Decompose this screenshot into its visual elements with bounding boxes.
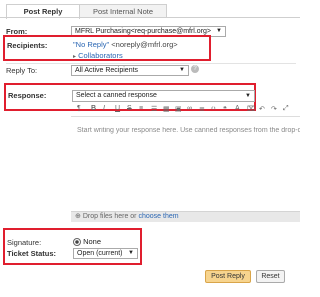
numbered-list-icon[interactable]: ☰ xyxy=(151,105,157,113)
reset-button[interactable]: Reset xyxy=(256,270,285,283)
list-icon[interactable]: ≡ xyxy=(139,105,143,112)
drop-files-text: Drop files here or xyxy=(82,213,137,220)
link-icon[interactable]: ∞ xyxy=(187,105,192,112)
reply-to-value: All Active Recipients xyxy=(75,67,139,74)
tabs-divider xyxy=(0,17,300,18)
chevron-down-icon: ▼ xyxy=(179,67,185,73)
redo-icon[interactable]: ↷ xyxy=(271,105,277,113)
format-icon[interactable]: ¶ xyxy=(77,105,81,112)
recipient-email: <noreply@mfrl.org> xyxy=(111,40,178,49)
ticket-status-value: Open (current) xyxy=(77,250,123,257)
recipient-name: "No Reply" xyxy=(73,40,110,49)
reply-to-select[interactable]: All Active Recipients ▼ xyxy=(71,65,189,76)
reply-to-label: Reply To: xyxy=(6,66,38,75)
caret-right-icon: ▸ xyxy=(73,54,77,60)
editor-toolbar: ¶ B I U S ≡ ☰ ▦ ▣ ∞ ≣ ‹› ❝ A ⌧ ↶ ↷ ⤢ xyxy=(77,104,300,116)
italic-icon[interactable]: I xyxy=(103,105,105,112)
editor-placeholder: Start writing your response here. Use ca… xyxy=(77,127,300,134)
recipients-label: Recipients: xyxy=(7,41,48,50)
attachment-dropzone[interactable]: ⊕ Drop files here or choose them xyxy=(71,211,300,222)
fullscreen-icon[interactable]: ⤢ xyxy=(283,105,289,113)
radio-selected-icon xyxy=(73,238,81,247)
quote-icon[interactable]: ❝ xyxy=(223,105,227,113)
help-icon[interactable]: ? xyxy=(191,65,199,73)
upload-icon: ⊕ xyxy=(75,213,81,220)
from-value: MFRL Purchasing<req-purchase@mfrl.org> xyxy=(75,28,212,35)
undo-icon[interactable]: ↶ xyxy=(259,105,265,113)
bold-icon[interactable]: B xyxy=(91,105,96,112)
image-icon[interactable]: ▣ xyxy=(175,105,182,113)
underline-icon[interactable]: U xyxy=(115,105,120,112)
code-icon[interactable]: ‹› xyxy=(211,105,216,112)
separator xyxy=(6,63,296,64)
chevron-down-icon: ▼ xyxy=(128,250,134,256)
strikethrough-icon[interactable]: S xyxy=(127,105,132,112)
collaborators-link: Collaborators xyxy=(78,51,123,60)
recipient-entry[interactable]: "No Reply" <noreply@mfrl.org> xyxy=(73,40,178,49)
ticket-status-select[interactable]: Open (current) ▼ xyxy=(73,248,138,259)
response-label: Response: xyxy=(8,91,47,100)
collaborators-toggle[interactable]: ▸ Collaborators xyxy=(73,51,123,60)
canned-response-placeholder: Select a canned response xyxy=(76,92,157,99)
signature-option-none[interactable]: None xyxy=(73,237,102,247)
post-reply-button[interactable]: Post Reply xyxy=(205,270,251,283)
signature-value: None xyxy=(83,237,102,246)
chevron-down-icon: ▼ xyxy=(245,93,251,99)
canned-response-select[interactable]: Select a canned response ▼ xyxy=(72,90,255,102)
choose-files-link[interactable]: choose them xyxy=(138,213,178,220)
color-icon[interactable]: A xyxy=(235,105,240,112)
tab-post-internal-note[interactable]: Post Internal Note xyxy=(79,4,167,18)
clear-format-icon[interactable]: ⌧ xyxy=(247,105,255,113)
table-icon[interactable]: ▦ xyxy=(163,105,170,113)
ticket-status-label: Ticket Status: xyxy=(7,249,57,258)
chevron-down-icon: ▼ xyxy=(216,28,222,34)
align-icon[interactable]: ≣ xyxy=(199,105,205,113)
signature-label: Signature: xyxy=(7,238,42,247)
